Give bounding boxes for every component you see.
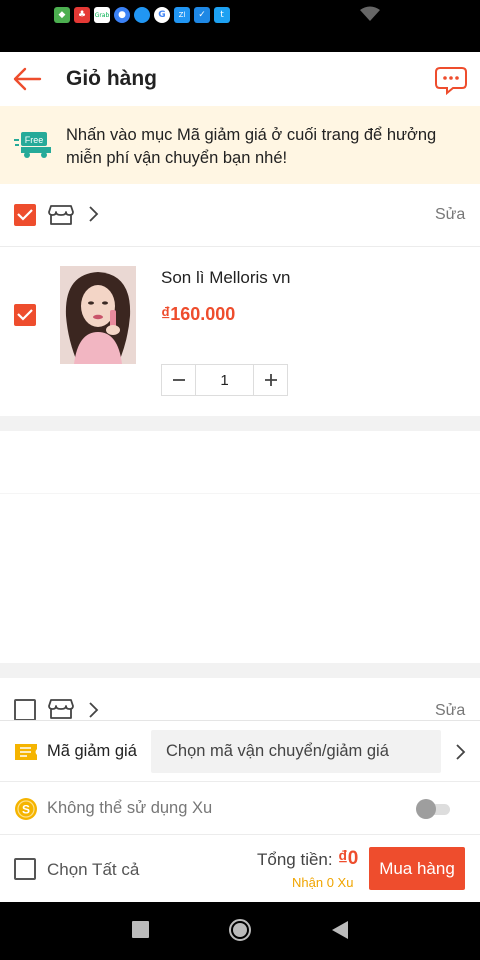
- svg-text:S: S: [22, 803, 30, 817]
- checkout-button[interactable]: Mua hàng: [369, 847, 465, 890]
- store-icon[interactable]: [48, 698, 74, 720]
- voucher-chevron-right-icon[interactable]: [455, 743, 467, 761]
- home-icon[interactable]: [229, 919, 251, 941]
- product-price: ₫160.000: [161, 304, 236, 324]
- divider: [0, 781, 480, 782]
- app-icon: ♣: [74, 7, 90, 23]
- shop-edit-button[interactable]: Sửa: [435, 206, 465, 224]
- status-app-icons: ◆ ♣ Grab ● G Zl ✓ t: [54, 7, 230, 23]
- voucher-label: Mã giảm giá: [47, 742, 137, 760]
- item-checkbox[interactable]: [14, 304, 36, 326]
- shop-checkbox[interactable]: [14, 699, 36, 721]
- shield-check-icon: ✓: [194, 7, 210, 23]
- empty-section: [0, 431, 480, 663]
- quantity-input[interactable]: 1: [195, 365, 254, 395]
- zalo-icon: Zl: [174, 7, 190, 23]
- page-title: Giỏ hàng: [66, 67, 157, 90]
- coin-icon: S: [15, 798, 37, 820]
- free-shipping-truck-icon: Free: [14, 132, 51, 158]
- chat-bubble-icon[interactable]: [434, 65, 468, 95]
- total-label: Tổng tiền:: [257, 850, 333, 869]
- shop-edit-button[interactable]: Sửa: [435, 702, 465, 720]
- voucher-select[interactable]: Chọn mã vận chuyển/giảm giá: [151, 730, 441, 773]
- shop-checkbox[interactable]: [14, 204, 36, 226]
- app-header: Giỏ hàng: [0, 52, 480, 106]
- divider: [0, 834, 480, 835]
- chevron-right-icon[interactable]: [88, 205, 100, 223]
- store-icon[interactable]: [48, 204, 74, 226]
- circle-app-icon: [134, 7, 150, 23]
- divider: [0, 493, 480, 494]
- google-icon: G: [154, 7, 170, 23]
- total-value: ₫0: [338, 848, 359, 869]
- recent-apps-icon[interactable]: [132, 921, 149, 938]
- product-name[interactable]: Son lì Melloris vn: [161, 268, 290, 288]
- back-arrow-icon[interactable]: [12, 66, 42, 92]
- twitter-icon: t: [214, 7, 230, 23]
- decrease-quantity-button[interactable]: [162, 365, 195, 395]
- coin-status-label: Không thể sử dụng Xu: [47, 799, 213, 817]
- product-image[interactable]: [60, 266, 136, 364]
- minus-icon: [172, 379, 185, 381]
- free-badge-text: Free: [25, 135, 44, 145]
- increase-quantity-button[interactable]: [254, 365, 287, 395]
- shield-app-icon: ◆: [54, 7, 70, 23]
- grab-icon: Grab: [94, 7, 110, 23]
- select-all-checkbox[interactable]: [14, 858, 36, 880]
- status-bar: ◆ ♣ Grab ● G Zl ✓ t: [0, 0, 480, 52]
- wifi-icon: [360, 6, 380, 21]
- plus-icon: [264, 374, 277, 386]
- banner-message: Nhấn vào mục Mã giảm giá ở cuối trang để…: [66, 126, 437, 167]
- back-triangle-icon[interactable]: [331, 920, 349, 940]
- coin-toggle[interactable]: [416, 799, 450, 819]
- select-all-label[interactable]: Chọn Tất cả: [47, 860, 139, 880]
- divider: [0, 246, 480, 247]
- chevron-right-icon[interactable]: [88, 701, 100, 719]
- coin-earn-text: Nhận 0 Xu: [292, 875, 354, 890]
- messenger-icon: ●: [114, 7, 130, 23]
- voucher-ticket-icon: [15, 744, 37, 760]
- quantity-stepper: 1: [161, 364, 288, 396]
